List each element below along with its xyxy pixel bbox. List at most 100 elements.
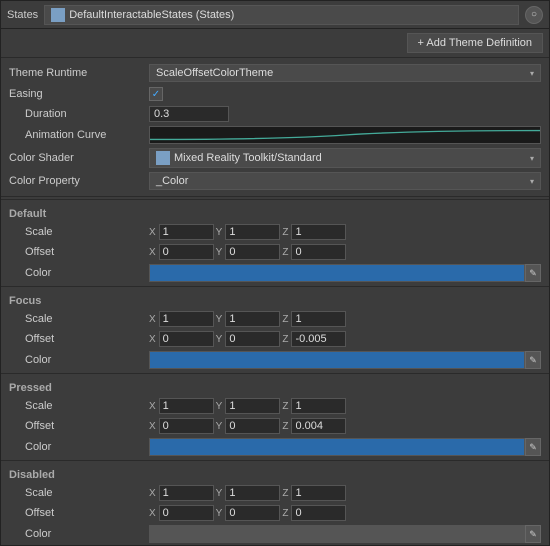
offset-z-label-0: Z — [282, 247, 288, 258]
xyz-offset-1: X Y Z — [149, 331, 541, 347]
xyz-scale-2: X Y Z — [149, 398, 541, 414]
scale-x-input-3[interactable] — [159, 485, 214, 501]
state-default-color-row: Color ✎ — [1, 262, 549, 284]
state-header-pressed: Pressed — [1, 376, 549, 396]
file-reference[interactable]: DefaultInteractableStates (States) — [44, 5, 519, 25]
color-swatch-0[interactable] — [149, 264, 525, 282]
xyz-offset-0: X Y Z — [149, 244, 541, 260]
state-disabled-scale-row: Scale X Y Z — [1, 483, 549, 503]
scale-y-input-0[interactable] — [225, 224, 280, 240]
offset-x-input-3[interactable] — [159, 505, 214, 521]
color-property-arrow: ▾ — [530, 177, 534, 186]
animation-curve-row: Animation Curve — [1, 124, 549, 146]
xyz-offset-2: X Y Z — [149, 418, 541, 434]
color-property-dropdown[interactable]: _Color ▾ — [149, 172, 541, 190]
scale-y-input-1[interactable] — [225, 311, 280, 327]
properties-section: Theme Runtime ScaleOffsetColorTheme ▾ Ea… — [1, 58, 549, 197]
color-picker-btn-3[interactable]: ✎ — [525, 525, 541, 543]
add-theme-button[interactable]: + Add Theme Definition — [407, 33, 543, 53]
offset-y-label-1: Y — [216, 334, 223, 345]
states-container: Default Scale X Y Z Offset X Y Z — [1, 202, 549, 545]
state-disabled-offset-row: Offset X Y Z — [1, 503, 549, 523]
scale-x-label-1: X — [149, 314, 156, 325]
color-swatch-row-3: ✎ — [149, 525, 541, 543]
color-picker-btn-0[interactable]: ✎ — [525, 264, 541, 282]
offset-z-input-3[interactable] — [291, 505, 346, 521]
scale-z-input-3[interactable] — [291, 485, 346, 501]
color-swatch-row-2: ✎ — [149, 438, 541, 456]
scale-x-label-0: X — [149, 227, 156, 238]
xyz-offset-3: X Y Z — [149, 505, 541, 521]
scale-z-input-1[interactable] — [291, 311, 346, 327]
color-shader-arrow: ▾ — [530, 154, 534, 163]
color-label-2: Color — [9, 441, 149, 453]
offset-y-input-2[interactable] — [225, 418, 280, 434]
file-name: DefaultInteractableStates (States) — [69, 9, 234, 21]
scale-x-input-0[interactable] — [159, 224, 214, 240]
scale-label-3: Scale — [9, 487, 149, 499]
scale-z-label-1: Z — [282, 314, 288, 325]
color-swatch-3[interactable] — [149, 525, 525, 543]
scale-z-input-0[interactable] — [291, 224, 346, 240]
duration-input[interactable] — [149, 106, 229, 122]
color-property-value[interactable]: _Color ▾ — [149, 172, 541, 190]
offset-y-input-1[interactable] — [225, 331, 280, 347]
offset-y-input-3[interactable] — [225, 505, 280, 521]
offset-x-input-1[interactable] — [159, 331, 214, 347]
state-header-focus: Focus — [1, 289, 549, 309]
xyz-scale-3: X Y Z — [149, 485, 541, 501]
header-circle-button[interactable]: ○ — [525, 6, 543, 24]
color-label-3: Color — [9, 528, 149, 540]
offset-y-label-2: Y — [216, 421, 223, 432]
animation-curve-display[interactable] — [149, 126, 541, 144]
state-section-pressed: Pressed Scale X Y Z Offset X Y Z — [1, 376, 549, 458]
color-shader-value[interactable]: Mixed Reality Toolkit/Standard ▾ — [149, 148, 541, 168]
state-pressed-color-row: Color ✎ — [1, 436, 549, 458]
state-section-default: Default Scale X Y Z Offset X Y Z — [1, 202, 549, 284]
scale-x-label-3: X — [149, 488, 156, 499]
scale-y-label-1: Y — [216, 314, 223, 325]
offset-y-label-3: Y — [216, 508, 223, 519]
color-shader-dropdown[interactable]: Mixed Reality Toolkit/Standard ▾ — [149, 148, 541, 168]
scale-y-input-3[interactable] — [225, 485, 280, 501]
theme-runtime-dropdown[interactable]: ScaleOffsetColorTheme ▾ — [149, 64, 541, 82]
header: States DefaultInteractableStates (States… — [1, 1, 549, 29]
state-pressed-offset-row: Offset X Y Z — [1, 416, 549, 436]
scale-z-input-2[interactable] — [291, 398, 346, 414]
offset-x-input-0[interactable] — [159, 244, 214, 260]
scale-x-input-2[interactable] — [159, 398, 214, 414]
state-pressed-scale-row: Scale X Y Z — [1, 396, 549, 416]
scale-label-1: Scale — [9, 313, 149, 325]
color-label-1: Color — [9, 354, 149, 366]
state-header-disabled: Disabled — [1, 463, 549, 483]
color-label-0: Color — [9, 267, 149, 279]
offset-label-2: Offset — [9, 420, 149, 432]
states-label: States — [7, 9, 38, 21]
scale-z-label-3: Z — [282, 488, 288, 499]
duration-label: Duration — [9, 108, 149, 120]
color-picker-btn-1[interactable]: ✎ — [525, 351, 541, 369]
state-default-offset-row: Offset X Y Z — [1, 242, 549, 262]
scale-x-label-2: X — [149, 401, 156, 412]
shader-icon — [156, 151, 170, 165]
easing-checkbox[interactable] — [149, 87, 163, 101]
color-shader-label: Color Shader — [9, 152, 149, 164]
add-theme-row: + Add Theme Definition — [1, 29, 549, 58]
scale-x-input-1[interactable] — [159, 311, 214, 327]
divider-state-1 — [1, 373, 549, 374]
scale-y-label-3: Y — [216, 488, 223, 499]
offset-z-input-1[interactable] — [291, 331, 346, 347]
offset-y-input-0[interactable] — [225, 244, 280, 260]
theme-runtime-value[interactable]: ScaleOffsetColorTheme ▾ — [149, 64, 541, 82]
color-swatch-row-1: ✎ — [149, 351, 541, 369]
divider-state-2 — [1, 460, 549, 461]
offset-x-input-2[interactable] — [159, 418, 214, 434]
color-swatch-1[interactable] — [149, 351, 525, 369]
color-swatch-2[interactable] — [149, 438, 525, 456]
offset-x-label-3: X — [149, 508, 156, 519]
offset-z-input-0[interactable] — [291, 244, 346, 260]
offset-z-input-2[interactable] — [291, 418, 346, 434]
color-picker-btn-2[interactable]: ✎ — [525, 438, 541, 456]
scale-y-input-2[interactable] — [225, 398, 280, 414]
state-header-default: Default — [1, 202, 549, 222]
